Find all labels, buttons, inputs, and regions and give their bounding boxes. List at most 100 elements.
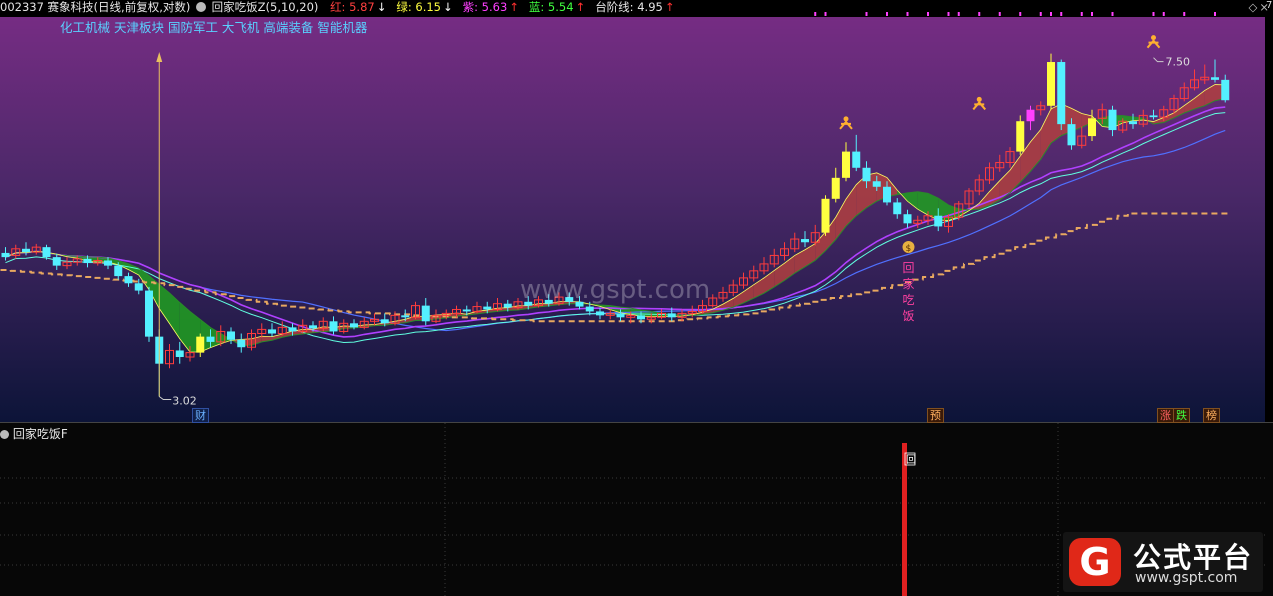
signal-dot — [1039, 12, 1042, 16]
signal-text-char: 家 — [903, 276, 915, 291]
diamond-icon[interactable]: ◇ — [1249, 0, 1258, 14]
indicator-values: 红: 5.87 ↓ 绿: 6.15 ↓ 紫: 5.63 ↑ 蓝: 5.54 ↑ 台阶线: 4.9… — [324, 0, 678, 14]
indicator-value-2: 紫: 5.63 ↑ — [463, 0, 521, 14]
candle-body — [637, 315, 645, 320]
signal-dot — [927, 12, 929, 16]
candle-body — [462, 309, 471, 312]
settings-icon[interactable] — [196, 2, 206, 12]
candle-body — [821, 198, 830, 233]
candle-body — [350, 323, 358, 328]
bottom-marker-4[interactable]: 榜 — [1203, 408, 1220, 423]
signal-dot — [1091, 12, 1093, 16]
trend-arrow-icon: ↓ — [442, 0, 453, 14]
candle-body — [329, 321, 338, 332]
signal-dot — [1060, 12, 1063, 16]
watermark: www.gspt.com — [520, 275, 710, 305]
candle-body — [309, 325, 317, 329]
candle-body — [883, 186, 891, 203]
signal-text-char: 回 — [903, 261, 915, 275]
candle-body — [596, 311, 604, 316]
bottom-marker-2[interactable]: 涨 — [1157, 408, 1174, 423]
candle-body — [268, 329, 276, 334]
trend-arrow-icon: ↑ — [509, 0, 519, 14]
signal-text-char: 饭 — [903, 309, 915, 323]
signal-dot — [1080, 12, 1083, 16]
logo-g-icon: G — [1069, 538, 1121, 586]
sub-marker-label: 回 — [906, 454, 916, 466]
candle-body — [667, 313, 676, 318]
logo-url: www.gspt.com — [1135, 570, 1238, 586]
signal-dot — [824, 12, 827, 16]
main-price-chart: www.gspt.com 3.02 7.50 $ 回家吃饭 — [0, 0, 1273, 423]
trend-arrow-icon: ↑ — [575, 0, 586, 14]
indicator-value-0: 红: 5.87 ↓ — [330, 0, 388, 14]
candle-body — [206, 336, 215, 342]
candle-body — [934, 215, 943, 227]
candle-body — [903, 214, 912, 224]
money-bag-glyph: $ — [906, 244, 912, 254]
signal-dot — [957, 12, 960, 16]
signal-dot — [906, 12, 909, 16]
candle-body — [421, 305, 430, 322]
candle-body — [893, 202, 902, 215]
candle-body — [114, 265, 123, 277]
indicator-value-3: 蓝: 5.54 ↑ — [529, 0, 587, 14]
candle-body — [842, 151, 850, 178]
candle-body — [227, 331, 235, 340]
low-price-label: 3.02 — [172, 395, 197, 408]
candle-body — [1067, 124, 1076, 146]
signal-dot — [998, 12, 1001, 16]
candle-body — [1, 252, 10, 258]
candle-body — [862, 167, 871, 182]
stock-title[interactable]: 002337 赛象科技(日线,前复权,对数) — [0, 0, 190, 14]
signal-dot — [1214, 12, 1216, 16]
indicator-value-text: 台阶线: 4.95 — [595, 0, 663, 14]
candle-body — [52, 257, 61, 266]
high-price-label: 7.50 — [1166, 56, 1191, 69]
signal-dot — [1152, 12, 1155, 16]
indicator-value-text: 绿: 6.15 — [396, 0, 441, 14]
sector-tags: 化工机械 天津板块 国防军工 大飞机 高端装备 智能机器 — [60, 20, 368, 35]
candle-body — [483, 306, 492, 310]
right-edge-label: 7 — [1266, 0, 1273, 11]
candle-body — [503, 303, 512, 308]
candle-body — [585, 306, 594, 312]
candle-body — [104, 260, 112, 266]
bottom-marker-1[interactable]: 预 — [927, 408, 944, 423]
candle-body — [42, 247, 51, 258]
bottom-marker-0[interactable]: 财 — [192, 408, 209, 423]
candle-body — [145, 290, 153, 337]
indicator-value-4: 台阶线: 4.95 ↑ — [595, 0, 676, 14]
indicator-name[interactable]: 回家吃饭Z(5,10,20) — [212, 0, 319, 14]
candle-body — [175, 350, 184, 358]
signal-dot — [886, 12, 888, 16]
candle-body — [134, 283, 143, 291]
indicator-value-text: 红: 5.87 — [330, 0, 375, 14]
signal-dot — [865, 12, 868, 16]
signal-dot — [814, 12, 817, 16]
candle-body — [1211, 77, 1219, 80]
candle-body — [616, 313, 625, 318]
candle-body — [1088, 118, 1096, 137]
signal-text-char: 吃 — [903, 293, 915, 307]
candle-body — [801, 239, 809, 243]
chart-background — [0, 0, 1273, 423]
candle-body — [237, 339, 246, 348]
candle-body — [124, 276, 133, 284]
candle-body — [401, 315, 410, 318]
candle-body — [831, 177, 840, 199]
signal-dot — [1162, 12, 1165, 16]
bottom-marker-3[interactable]: 跌 — [1173, 408, 1190, 423]
candle-body — [1221, 79, 1230, 101]
candle-body — [380, 319, 389, 324]
candle-body — [1149, 115, 1158, 118]
trend-arrow-icon: ↑ — [664, 0, 675, 14]
candle-body — [1016, 121, 1025, 152]
stock-chart-window: { "header": { "stock": "002337 赛象科技(日线,前… — [0, 0, 1273, 596]
indicator-value-1: 绿: 6.15 ↓ — [396, 0, 454, 14]
site-logo: G 公式平台 www.gspt.com — [1063, 532, 1263, 592]
candle-body — [288, 327, 297, 332]
signal-dot — [1183, 12, 1186, 16]
trend-arrow-icon: ↓ — [376, 0, 387, 14]
candle-body — [196, 336, 205, 353]
